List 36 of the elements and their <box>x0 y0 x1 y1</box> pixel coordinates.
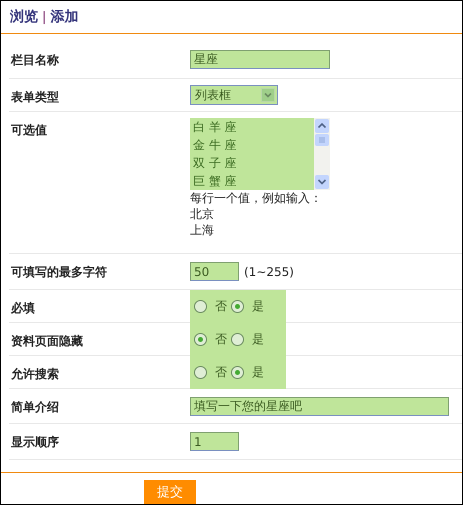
hint-text: 北京 <box>190 206 214 222</box>
radio-button[interactable] <box>194 366 207 379</box>
field-label: 表单类型 <box>10 89 60 106</box>
field-label: 可填写的最多字符 <box>10 264 108 281</box>
field-label: 栏目名称 <box>10 52 60 69</box>
field-label: 显示顺序 <box>10 434 60 451</box>
number-input[interactable]: 1 <box>190 432 239 451</box>
type-dropdown[interactable]: 列表框 <box>190 85 278 105</box>
field-label: 可选值 <box>10 122 48 139</box>
number-input[interactable]: 50 <box>190 262 239 281</box>
radio-button[interactable] <box>194 300 207 313</box>
scrollbar-icon <box>314 118 330 190</box>
options-textarea[interactable]: 白 羊 座 金 牛 座 双 子 座 巨 蟹 座 <box>190 118 330 190</box>
nav-link[interactable]: 添加 <box>50 8 78 26</box>
radio-label: 是 <box>252 331 264 348</box>
nav-separator: | <box>42 10 46 24</box>
range-note: (1~255) <box>244 264 294 278</box>
radio-label: 否 <box>215 364 227 381</box>
field-label: 必填 <box>10 300 36 317</box>
nav-link[interactable]: 浏览 <box>10 8 38 26</box>
field-label: 资料页面隐藏 <box>10 333 84 350</box>
radio-button[interactable] <box>194 333 207 346</box>
radio-label: 是 <box>252 364 264 381</box>
intro-input[interactable]: 填写一下您的星座吧 <box>190 396 449 416</box>
field-label: 允许搜索 <box>10 366 60 383</box>
hint-text: 上海 <box>190 222 214 238</box>
caret-icon <box>261 88 275 102</box>
radio-label: 是 <box>252 298 264 315</box>
field-label: 简单介绍 <box>10 399 60 416</box>
radio-label: 否 <box>215 331 227 348</box>
radio-button[interactable] <box>231 300 244 313</box>
radio-label: 否 <box>215 298 227 315</box>
hint-text: 每行一个值，例如输入： <box>190 190 322 206</box>
radio-button[interactable] <box>231 333 244 346</box>
name-input[interactable]: 星座 <box>190 50 330 69</box>
radio-button[interactable] <box>231 366 244 379</box>
